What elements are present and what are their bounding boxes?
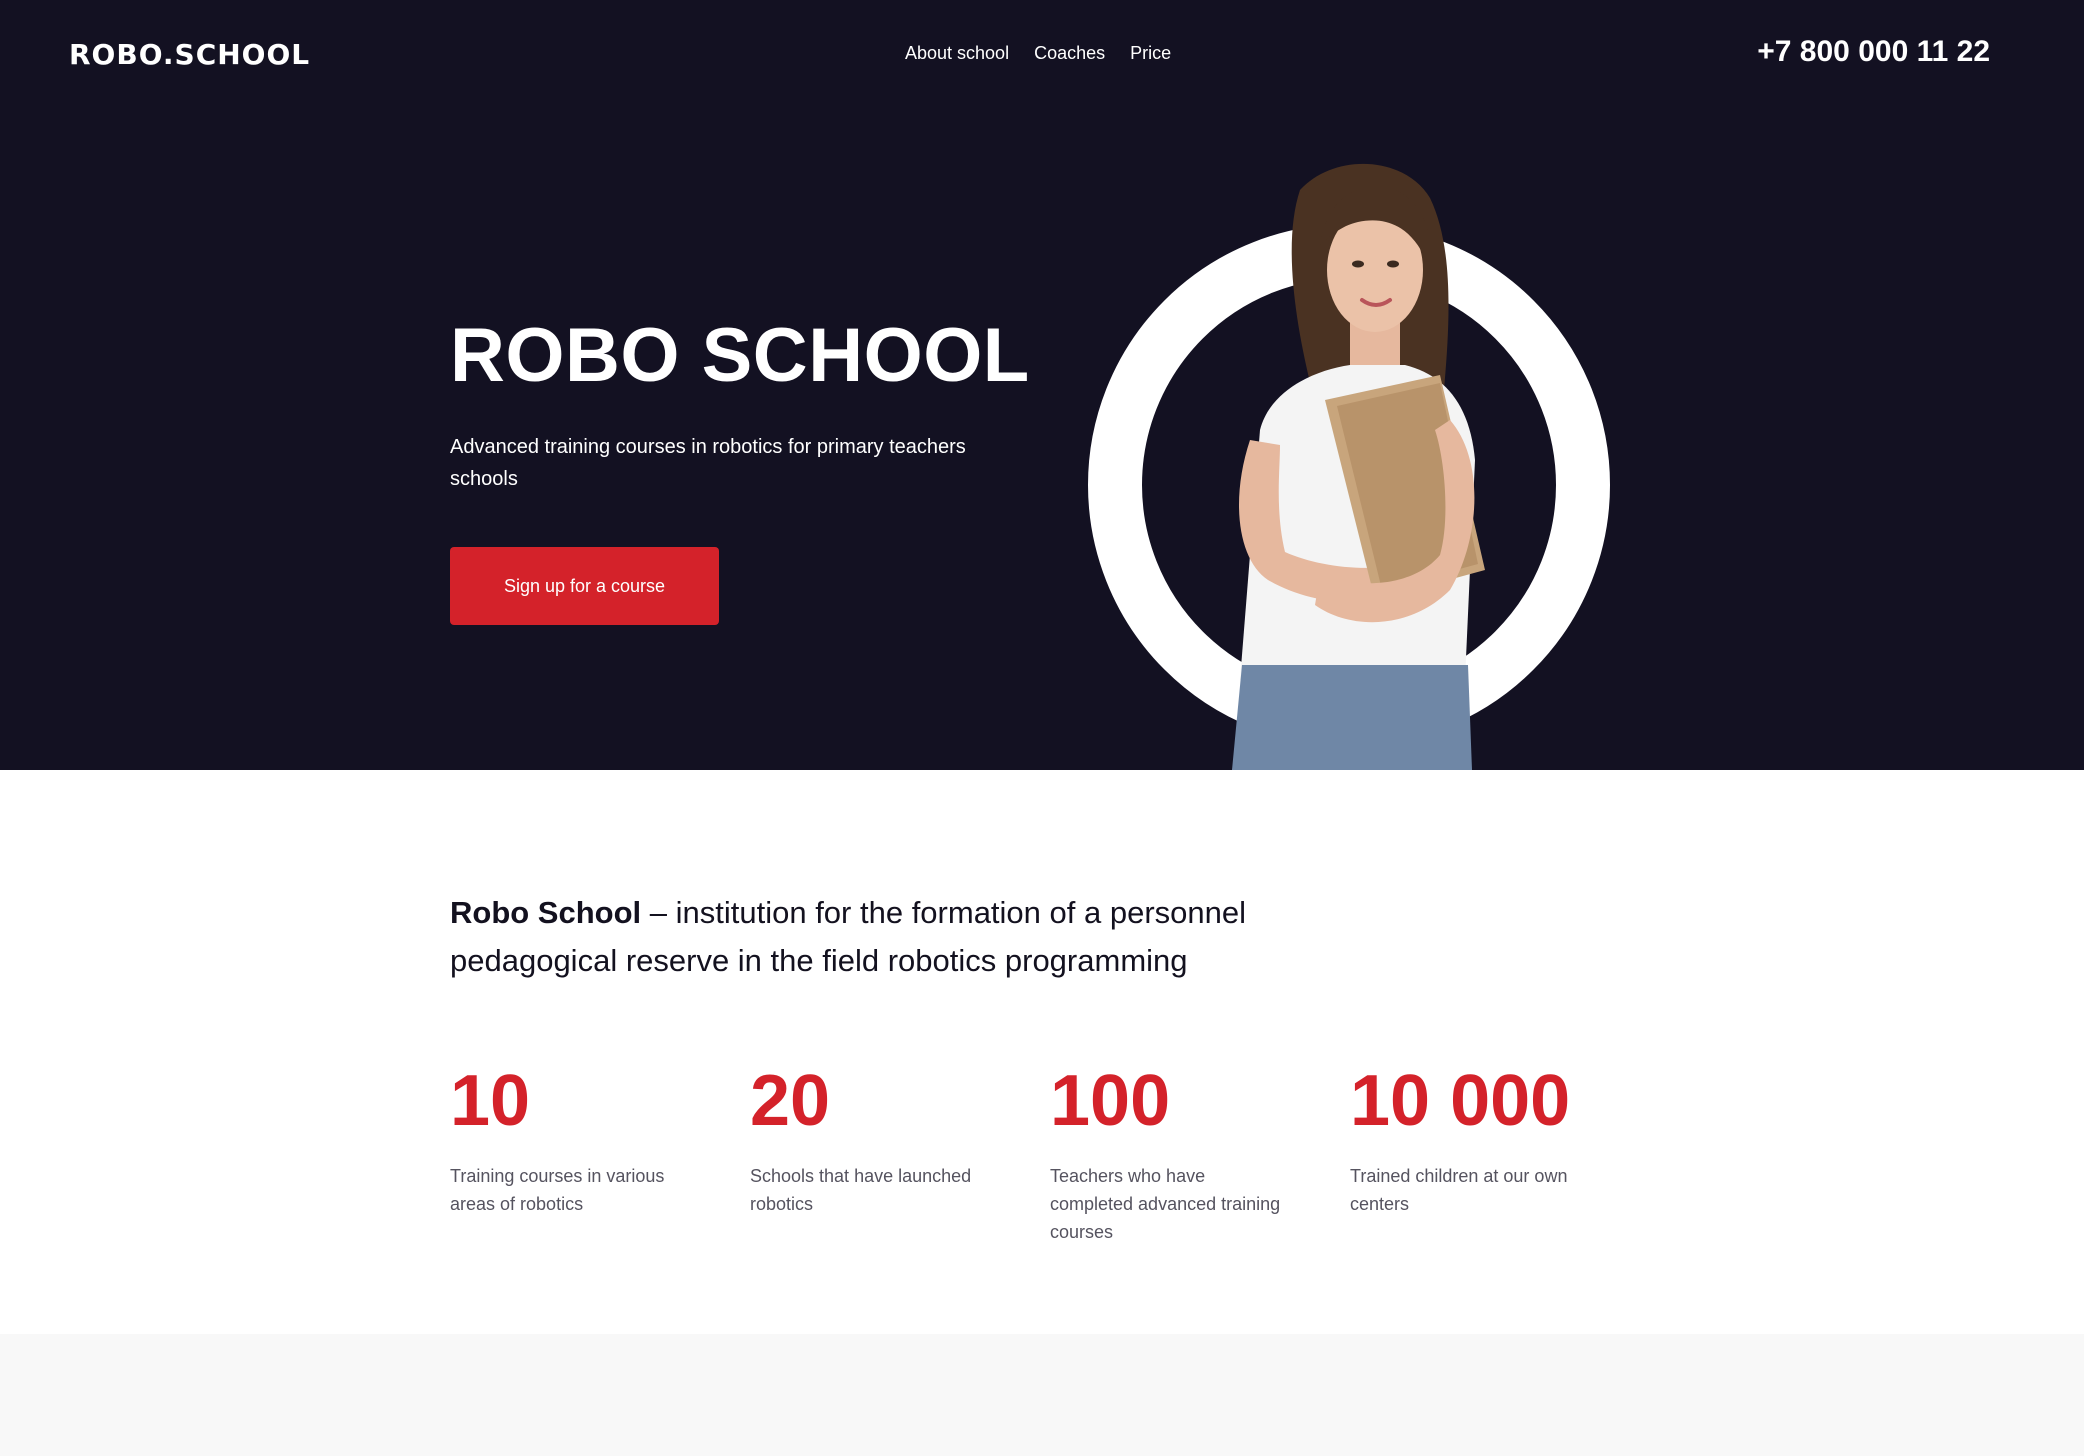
- stat-number: 20: [750, 1061, 831, 1141]
- stat-label: Schools that have launched robotics: [750, 1166, 972, 1214]
- about-text: Robo School – institution for the format…: [450, 889, 1310, 985]
- main-nav: About school Coaches Price: [905, 43, 1171, 64]
- stat-number: 10: [450, 1061, 531, 1141]
- signup-button[interactable]: Sign up for a course: [450, 547, 719, 625]
- nav-coaches[interactable]: Coaches: [1034, 43, 1105, 64]
- stat-number: 100: [1050, 1061, 1171, 1141]
- stat-schools: 20 Schools that have launched robotics: [750, 1060, 1050, 1246]
- stat-label: Training courses in various areas of rob…: [450, 1166, 665, 1214]
- stat-courses: 10 Training courses in various areas of …: [450, 1060, 750, 1246]
- next-section-band: [0, 1334, 2084, 1456]
- stats-row: 10 Training courses in various areas of …: [450, 1060, 1650, 1246]
- nav-about-school[interactable]: About school: [905, 43, 1009, 64]
- stat-teachers: 100 Teachers who have completed advanced…: [1050, 1060, 1350, 1246]
- phone-number[interactable]: +7 800 000 11 22: [1757, 35, 1990, 69]
- about-school-name: Robo School: [450, 895, 642, 930]
- stat-label: Trained children at our own centers: [1350, 1166, 1568, 1214]
- hero-title: ROBO SCHOOL: [450, 313, 1030, 398]
- hero-section: ROBO.SCHOOL About school Coaches Price +…: [0, 0, 2084, 770]
- site-logo[interactable]: ROBO.SCHOOL: [69, 38, 310, 71]
- stat-children: 10 000 Trained children at our own cente…: [1350, 1060, 1650, 1246]
- stat-label: Teachers who have completed advanced tra…: [1050, 1166, 1281, 1242]
- stat-number: 10 000: [1350, 1061, 1571, 1141]
- nav-price[interactable]: Price: [1130, 43, 1171, 64]
- student-photo: [1232, 163, 1485, 770]
- hero-subtitle: Advanced training courses in robotics fo…: [450, 436, 966, 490]
